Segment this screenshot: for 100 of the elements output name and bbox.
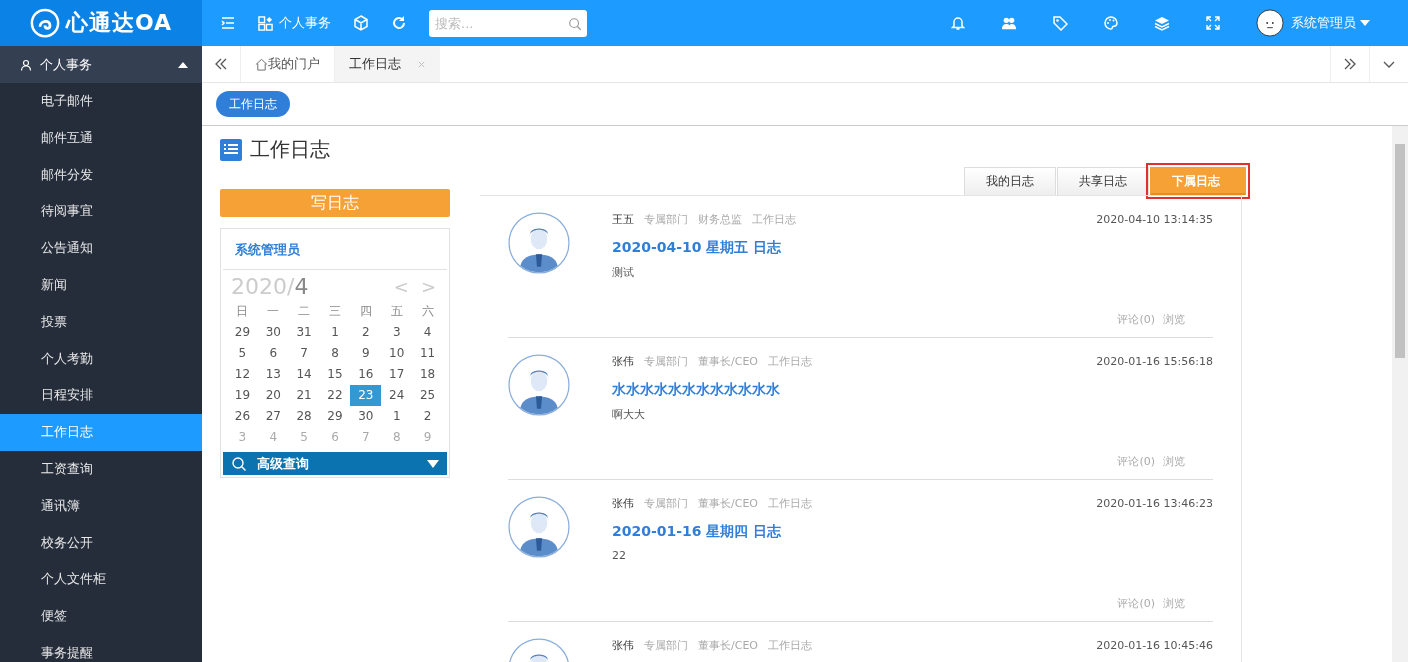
entry-title-link[interactable]: 2020-04-10 星期五 日志 — [612, 239, 1213, 257]
sidebar-item[interactable]: 投票 — [0, 303, 202, 341]
weekday-label: 四 — [358, 303, 373, 320]
entry-title-link[interactable]: 2020-01-16 星期四 日志 — [612, 523, 1213, 541]
sidebar-group-header[interactable]: 个人事务 — [0, 46, 202, 83]
author-meta: 董事长/CEO — [698, 638, 758, 653]
calendar-day[interactable]: 3 — [381, 322, 413, 343]
calendar-owner[interactable]: 系统管理员 — [223, 231, 447, 270]
calendar-day[interactable]: 31 — [288, 322, 320, 343]
scrollbar[interactable] — [1392, 126, 1408, 662]
refresh-icon[interactable] — [391, 15, 407, 31]
page-tab-label: 我的门户 — [268, 55, 320, 73]
entry-timestamp: 2020-04-10 13:14:35 — [1096, 213, 1213, 226]
calendar-day[interactable]: 18 — [412, 364, 443, 385]
sidebar-item[interactable]: 个人文件柜 — [0, 561, 202, 599]
menu-icon[interactable] — [220, 15, 236, 31]
entry-title-link[interactable]: 水水水水水水水水水水水水 — [612, 381, 1213, 399]
sidebar-item[interactable]: 工资查询 — [0, 450, 202, 488]
calendar-day[interactable]: 13 — [257, 364, 289, 385]
author-meta: 专属部门 — [644, 638, 688, 653]
calendar-day[interactable]: 20 — [257, 385, 289, 406]
weekday-label: 一 — [266, 303, 281, 320]
calendar-day[interactable]: 29 — [319, 406, 351, 427]
advanced-search-label: 高级查询 — [257, 454, 309, 473]
users-icon[interactable] — [1001, 15, 1017, 31]
weekday-label: 五 — [389, 303, 404, 320]
list-icon — [220, 138, 242, 161]
author-meta: 专属部门 — [644, 496, 688, 511]
logo-icon — [29, 8, 60, 38]
author-meta: 工作日志 — [768, 496, 812, 511]
palette-icon[interactable] — [1103, 15, 1119, 31]
author-meta: 董事长/CEO — [698, 496, 758, 511]
calendar-day[interactable]: 11 — [412, 343, 443, 364]
calendar-day[interactable]: 29 — [227, 322, 258, 343]
search-icon[interactable] — [568, 16, 582, 31]
sidebar-item[interactable]: 校务公开 — [0, 524, 202, 562]
calendar-day[interactable]: 7 — [288, 343, 320, 364]
calendar-day[interactable]: 25 — [412, 385, 443, 406]
calendar-day[interactable]: 22 — [319, 385, 351, 406]
calendar-day[interactable]: 10 — [381, 343, 413, 364]
author-meta: 专属部门 — [644, 354, 688, 369]
calendar-day[interactable]: 9 — [350, 343, 382, 364]
author-name: 张伟 — [612, 354, 634, 369]
calendar-day[interactable]: 19 — [227, 385, 258, 406]
calendar-day[interactable]: 2 — [350, 322, 382, 343]
entry-text: 啊大大 — [612, 407, 646, 422]
calendar-day[interactable]: 17 — [381, 364, 413, 385]
apps-icon — [258, 15, 273, 31]
tag-icon[interactable] — [1052, 15, 1068, 31]
author-meta: 专属部门 — [644, 212, 688, 227]
page-title: 工作日志 — [250, 136, 330, 163]
calendar-day[interactable]: 1 — [381, 406, 413, 427]
calendar-day[interactable]: 26 — [227, 406, 258, 427]
author-meta: 工作日志 — [768, 354, 812, 369]
sidebar-item[interactable]: 日程安排 — [0, 377, 202, 415]
calendar-day[interactable]: 6 — [257, 343, 289, 364]
page-tab[interactable]: 工作日志 — [334, 46, 440, 82]
sidebar-item[interactable]: 邮件互通 — [0, 119, 202, 157]
person-icon — [20, 58, 32, 71]
close-icon[interactable] — [417, 59, 426, 69]
advanced-search-bar[interactable]: 高级查询 — [223, 452, 447, 475]
calendar-day[interactable]: 2 — [412, 406, 443, 427]
calendar-day[interactable]: 14 — [288, 364, 320, 385]
breadcrumb-button[interactable]: 工作日志 — [216, 91, 290, 117]
cube-icon[interactable] — [353, 15, 369, 31]
sidebar-item[interactable]: 电子邮件 — [0, 83, 202, 120]
app-logo-text: 心通达OA — [65, 9, 173, 37]
fullscreen-icon[interactable] — [1205, 15, 1221, 31]
layers-icon[interactable] — [1154, 15, 1170, 31]
calendar-day[interactable]: 21 — [288, 385, 320, 406]
avatar-icon[interactable] — [1256, 9, 1284, 37]
calendar-day[interactable]: 1 — [319, 322, 351, 343]
author-name: 张伟 — [612, 638, 634, 653]
sidebar-item[interactable]: 通讯簿 — [0, 487, 202, 525]
calendar-day[interactable]: 5 — [227, 343, 258, 364]
sidebar-item[interactable]: 事务提醒 — [0, 634, 202, 662]
calendar-day[interactable]: 27 — [257, 406, 289, 427]
calendar-day[interactable]: 30 — [257, 322, 289, 343]
sidebar-item[interactable]: 新闻 — [0, 267, 202, 304]
calendar-day[interactable]: 28 — [288, 406, 320, 427]
entry-timestamp: 2020-01-16 10:45:46 — [1096, 639, 1213, 652]
bell-icon[interactable] — [950, 15, 966, 31]
calendar-day[interactable]: 15 — [319, 364, 351, 385]
search-icon — [231, 455, 247, 472]
calendar-day[interactable]: 24 — [381, 385, 413, 406]
sidebar-item[interactable]: 便签 — [0, 598, 202, 635]
sidebar-item[interactable]: 公告通知 — [0, 230, 202, 267]
calendar-day[interactable]: 12 — [227, 364, 258, 385]
entry-text: 22 — [612, 549, 627, 562]
sidebar-item[interactable]: 个人考勤 — [0, 340, 202, 378]
sidebar-item[interactable]: 待阅事宜 — [0, 193, 202, 231]
calendar-day[interactable]: 4 — [412, 322, 443, 343]
sidebar-item[interactable]: 邮件分发 — [0, 156, 202, 194]
calendar-day[interactable]: 16 — [350, 364, 382, 385]
calendar-day[interactable]: 30 — [350, 406, 382, 427]
calendar-day[interactable]: 8 — [319, 343, 351, 364]
search-field[interactable]: 搜索... — [429, 9, 587, 37]
log-tab[interactable]: 共享日志 — [1057, 167, 1149, 195]
author-meta: 董事长/CEO — [698, 354, 758, 369]
log-tab[interactable]: 我的日志 — [964, 167, 1056, 195]
